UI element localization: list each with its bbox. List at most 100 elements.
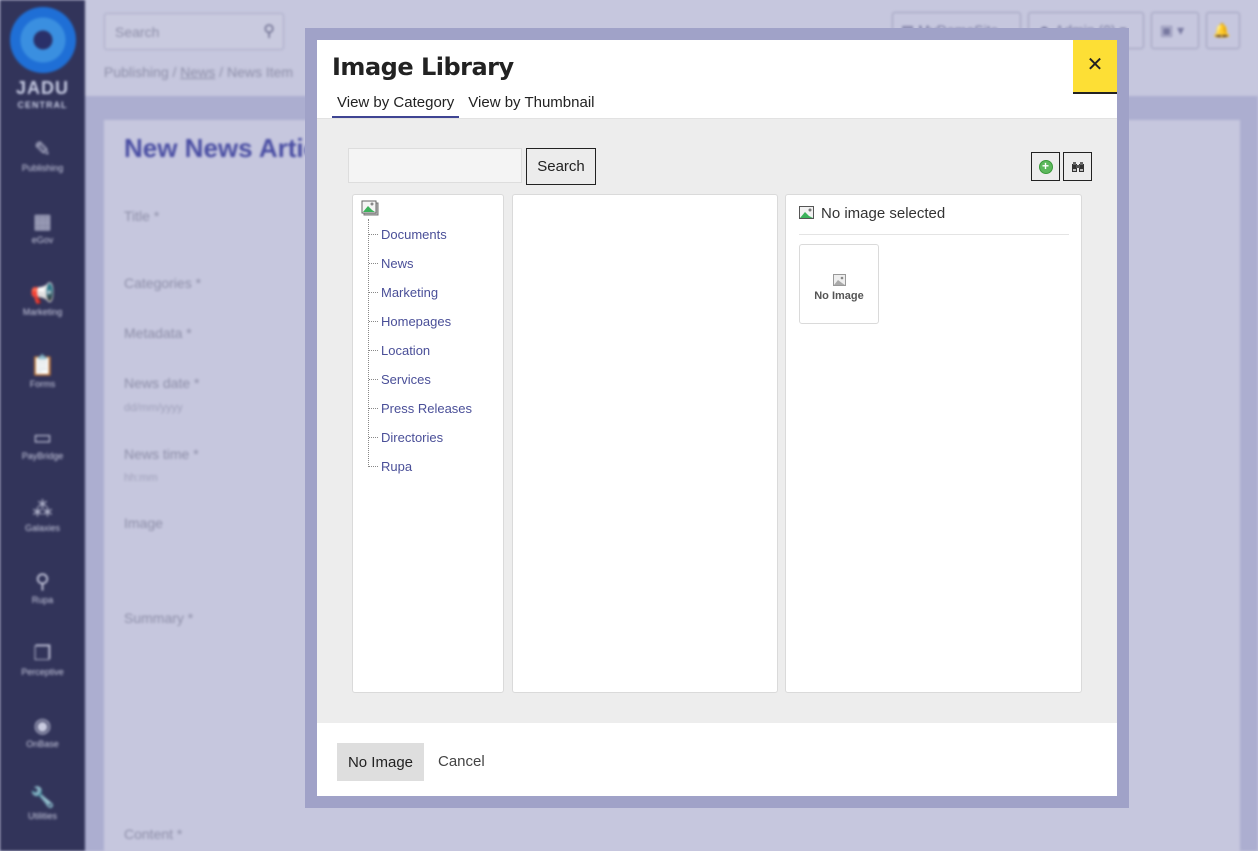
binoculars-icon bbox=[1071, 161, 1084, 172]
image-list-panel bbox=[512, 194, 778, 693]
sidebar-item-label: Perceptive bbox=[21, 667, 64, 677]
clipboard-icon: 📋 bbox=[30, 355, 55, 377]
field-label-news-date: News date * bbox=[124, 375, 200, 391]
category-label: Rupa bbox=[381, 458, 413, 474]
sitemap-icon: ⁂ bbox=[32, 499, 53, 521]
modal-footer: No Image Cancel bbox=[317, 723, 1117, 796]
sidebar-item-marketing[interactable]: 📢 Marketing bbox=[0, 282, 85, 342]
sidebar-item-onbase[interactable]: ◉ OnBase bbox=[0, 714, 85, 774]
preview-header: No image selected bbox=[799, 205, 1069, 235]
no-image-thumbnail[interactable]: No Image bbox=[799, 244, 879, 324]
field-label-news-time: News time * bbox=[124, 446, 199, 462]
sidebar: JADU CENTRAL ✎ Publishing ▦ eGov 📢 Marke… bbox=[0, 0, 85, 851]
field-hint-news-date: dd/mm/yyyy bbox=[124, 402, 183, 414]
logo-subtext: CENTRAL bbox=[17, 100, 68, 110]
search-icon: ⚲ bbox=[263, 23, 275, 40]
sidebar-item-label: Forms bbox=[29, 379, 56, 389]
no-image-button[interactable]: No Image bbox=[337, 743, 424, 781]
sidebar-item-perceptive[interactable]: ❐ Perceptive bbox=[0, 642, 85, 702]
category-label: News bbox=[381, 255, 414, 271]
field-label-metadata: Metadata * bbox=[124, 325, 192, 341]
modal-body: Search + Documents News Marketing Homepa… bbox=[317, 118, 1117, 723]
documents-icon: ❐ bbox=[33, 643, 52, 665]
field-hint-news-time: hh:mm bbox=[124, 472, 158, 484]
category-item[interactable]: Directories bbox=[369, 428, 443, 446]
field-label-categories: Categories * bbox=[124, 275, 202, 291]
close-button[interactable]: ✕ bbox=[1073, 40, 1117, 94]
credit-card-icon: ▭ bbox=[33, 427, 52, 449]
pencil-icon: ✎ bbox=[34, 139, 51, 161]
search-button[interactable]: Search bbox=[526, 148, 596, 185]
global-search-input[interactable]: Search ⚲ bbox=[104, 13, 284, 50]
category-label: Homepages bbox=[381, 313, 452, 329]
building-icon: ▦ bbox=[33, 211, 52, 233]
breadcrumb-separator: / bbox=[215, 64, 227, 80]
image-library-root-icon[interactable] bbox=[361, 200, 379, 216]
category-item[interactable]: Services bbox=[369, 370, 431, 388]
search-placeholder: Search bbox=[115, 24, 160, 40]
sidebar-item-label: OnBase bbox=[26, 739, 59, 749]
wrench-icon: 🔧 bbox=[30, 787, 55, 809]
close-icon: ✕ bbox=[1086, 54, 1104, 76]
breadcrumb-separator: / bbox=[168, 64, 181, 80]
field-label-summary: Summary * bbox=[124, 610, 194, 626]
add-circle-icon: + bbox=[1038, 159, 1053, 174]
tab-view-by-category[interactable]: View by Category bbox=[332, 94, 460, 118]
category-tree-panel: Documents News Marketing Homepages Locat… bbox=[352, 194, 504, 693]
caret-down-icon: ▾ bbox=[1177, 22, 1185, 38]
sidebar-item-label: Marketing bbox=[22, 307, 63, 317]
category-label: Directories bbox=[381, 429, 444, 445]
sidebar-item-utilities[interactable]: 🔧 Utilities bbox=[0, 786, 85, 846]
category-item[interactable]: Location bbox=[369, 341, 430, 359]
sidebar-item-publishing[interactable]: ✎ Publishing bbox=[0, 138, 85, 198]
field-label-content: Content * bbox=[124, 826, 183, 842]
field-label-image: Image bbox=[124, 515, 163, 531]
category-item[interactable]: Rupa bbox=[369, 457, 412, 475]
category-label: Press Releases bbox=[381, 400, 473, 416]
sidebar-item-label: eGov bbox=[31, 235, 54, 245]
bell-icon: 🔔 bbox=[1213, 22, 1231, 38]
image-search-input[interactable] bbox=[348, 148, 522, 183]
category-item[interactable]: Homepages bbox=[369, 312, 451, 330]
modal-title: Image Library bbox=[332, 53, 514, 81]
jadu-logo[interactable] bbox=[10, 7, 76, 73]
sidebar-item-paybridge[interactable]: ▭ PayBridge bbox=[0, 426, 85, 486]
sidebar-item-label: Galaxies bbox=[24, 523, 60, 533]
preview-heading: No image selected bbox=[821, 205, 946, 222]
sidebar-item-rupa[interactable]: ⚲ Rupa bbox=[0, 570, 85, 630]
category-item[interactable]: News bbox=[369, 254, 414, 272]
category-label: Services bbox=[381, 371, 431, 387]
search-icon: ⚲ bbox=[35, 571, 50, 593]
no-image-thumb-label: No Image bbox=[814, 290, 864, 302]
add-image-button[interactable]: + bbox=[1031, 152, 1060, 181]
image-preview-panel: No image selected No Image bbox=[785, 194, 1082, 693]
sidebar-item-galaxies[interactable]: ⁂ Galaxies bbox=[0, 498, 85, 558]
breadcrumb-publishing[interactable]: Publishing bbox=[104, 64, 169, 80]
sidebar-item-label: Utilities bbox=[27, 811, 57, 821]
image-library-modal: Image Library ✕ View by Category View by… bbox=[317, 40, 1117, 796]
category-label: Location bbox=[381, 342, 431, 358]
breadcrumb-news[interactable]: News bbox=[180, 64, 215, 80]
image-placeholder-icon bbox=[832, 274, 846, 286]
apps-icon: ▣ bbox=[1160, 22, 1174, 38]
apps-menu-button[interactable]: ▣ ▾ bbox=[1151, 12, 1199, 49]
field-label-title: Title * bbox=[124, 208, 160, 224]
cancel-button[interactable]: Cancel bbox=[438, 743, 485, 781]
category-label: Documents bbox=[381, 226, 447, 242]
sidebar-item-label: Publishing bbox=[21, 163, 64, 173]
logo-text: JADU bbox=[15, 78, 69, 98]
notifications-button[interactable]: 🔔 bbox=[1206, 12, 1240, 49]
category-item[interactable]: Documents bbox=[369, 225, 447, 243]
megaphone-icon: 📢 bbox=[30, 283, 55, 305]
breadcrumb: Publishing / News / News Item bbox=[104, 64, 293, 80]
image-icon bbox=[799, 206, 814, 219]
tab-view-by-thumbnail[interactable]: View by Thumbnail bbox=[463, 94, 599, 118]
find-button[interactable] bbox=[1063, 152, 1092, 181]
sidebar-item-forms[interactable]: 📋 Forms bbox=[0, 354, 85, 414]
category-label: Marketing bbox=[381, 284, 439, 300]
breadcrumb-current: News Item bbox=[226, 64, 294, 80]
sidebar-item-egov[interactable]: ▦ eGov bbox=[0, 210, 85, 270]
category-item[interactable]: Press Releases bbox=[369, 399, 472, 417]
sidebar-item-label: Rupa bbox=[31, 595, 54, 605]
category-item[interactable]: Marketing bbox=[369, 283, 438, 301]
